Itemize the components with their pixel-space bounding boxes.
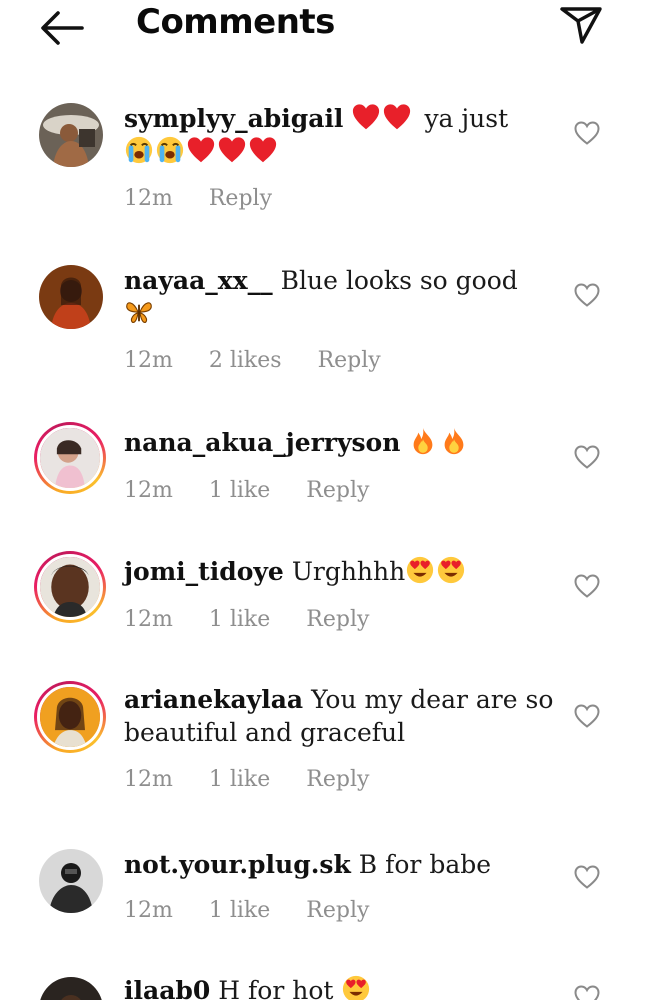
page-title: Comments <box>136 2 335 42</box>
red-heart-icon <box>217 135 247 165</box>
crying-face-icon <box>124 135 154 165</box>
fire-icon <box>408 426 438 456</box>
avatar[interactable] <box>38 976 104 1000</box>
comment-likes[interactable]: 1 like <box>209 478 270 503</box>
comment-text: ilaab0 H for hot <box>124 974 554 1000</box>
comment-item: symplyy_abigail ya just 12m Reply <box>0 96 648 226</box>
avatar-photo <box>39 103 103 167</box>
heart-eyes-icon <box>341 974 371 1000</box>
avatar-story-ring[interactable] <box>34 681 106 753</box>
comment-meta: 12m 1 like Reply <box>124 898 405 923</box>
share-button[interactable] <box>558 4 604 46</box>
comment-text: jomi_tidoye Urghhhh <box>124 555 554 588</box>
comment-item: arianekaylaa You my dear are so beautiful… <box>0 681 648 801</box>
heart-eyes-icon <box>405 555 435 585</box>
comment-username[interactable]: not.your.plug.sk <box>124 850 351 879</box>
reply-button[interactable]: Reply <box>318 348 381 373</box>
back-button[interactable] <box>38 8 86 48</box>
comment-text: nana_akua_jerryson <box>124 426 554 459</box>
comment-likes[interactable]: 1 like <box>209 898 270 923</box>
comment-time: 12m <box>124 348 173 373</box>
comment-body: Blue looks so good <box>280 266 518 295</box>
comment-time: 12m <box>124 898 173 923</box>
comment-item: nayaa_xx__ Blue looks so good 12m 2 likes… <box>0 262 648 382</box>
avatar-photo <box>39 977 103 1000</box>
reply-button[interactable]: Reply <box>306 478 369 503</box>
comment-time: 12m <box>124 607 173 632</box>
comment-body: ya just <box>424 104 509 133</box>
avatar-photo <box>39 265 103 329</box>
avatar[interactable] <box>38 848 104 914</box>
comment-text: not.your.plug.sk B for babe <box>124 848 554 881</box>
comment-likes[interactable]: 1 like <box>209 767 270 792</box>
comment-item: jomi_tidoye Urghhhh 12m 1 like Reply <box>0 551 648 651</box>
like-heart-icon[interactable] <box>573 864 601 890</box>
butterfly-icon <box>124 297 154 327</box>
red-heart-icon <box>248 135 278 165</box>
reply-button[interactable]: Reply <box>306 898 369 923</box>
avatar-photo <box>40 428 100 488</box>
comment-likes[interactable]: 2 likes <box>209 348 282 373</box>
comment-time: 12m <box>124 478 173 503</box>
heart-eyes-icon <box>436 555 466 585</box>
comment-username[interactable]: jomi_tidoye <box>124 557 284 586</box>
arrow-left-icon <box>41 11 84 45</box>
comment-item: not.your.plug.sk B for babe 12m 1 like Re… <box>0 846 648 946</box>
like-heart-icon[interactable] <box>573 573 601 599</box>
comment-username[interactable]: ilaab0 <box>124 976 210 1000</box>
comment-meta: 12m Reply <box>124 186 308 211</box>
crying-face-icon <box>155 135 185 165</box>
red-heart-icon <box>382 102 412 132</box>
comment-text: arianekaylaa You my dear are so beautiful… <box>124 683 554 749</box>
comment-username[interactable]: nana_akua_jerryson <box>124 428 400 457</box>
avatar-photo <box>40 557 100 617</box>
avatar[interactable] <box>38 102 104 168</box>
comment-time: 12m <box>124 186 173 211</box>
comment-meta: 12m 1 like Reply <box>124 607 405 632</box>
avatar-photo <box>40 687 100 747</box>
comment-username[interactable]: arianekaylaa <box>124 685 303 714</box>
header-bar: Comments <box>0 0 648 56</box>
like-heart-icon[interactable] <box>573 120 601 146</box>
like-heart-icon[interactable] <box>573 444 601 470</box>
like-heart-icon[interactable] <box>573 282 601 308</box>
avatar[interactable] <box>38 264 104 330</box>
comment-meta: 12m 1 like Reply <box>124 767 405 792</box>
avatar-photo <box>39 849 103 913</box>
comment-item: ilaab0 H for hot <box>0 974 648 1000</box>
comment-text: symplyy_abigail ya just <box>124 102 554 168</box>
comment-body: Urghhhh <box>291 557 406 586</box>
paper-plane-icon <box>560 7 602 44</box>
avatar-story-ring[interactable] <box>34 422 106 494</box>
reply-button[interactable]: Reply <box>306 607 369 632</box>
comment-meta: 12m 2 likes Reply <box>124 348 417 373</box>
red-heart-icon <box>351 102 381 132</box>
comment-likes[interactable]: 1 like <box>209 607 270 632</box>
like-heart-icon[interactable] <box>573 984 601 1000</box>
red-heart-icon <box>186 135 216 165</box>
comment-body: H for hot <box>218 976 334 1000</box>
like-heart-icon[interactable] <box>573 703 601 729</box>
avatar-story-ring[interactable] <box>34 551 106 623</box>
fire-icon <box>439 426 469 456</box>
comment-text: nayaa_xx__ Blue looks so good <box>124 264 554 330</box>
reply-button[interactable]: Reply <box>306 767 369 792</box>
comment-username[interactable]: nayaa_xx__ <box>124 266 273 295</box>
comment-body: B for babe <box>358 850 492 879</box>
comment-time: 12m <box>124 767 173 792</box>
comment-username[interactable]: symplyy_abigail <box>124 104 343 133</box>
comment-item: nana_akua_jerryson 12m 1 like Reply <box>0 422 648 522</box>
reply-button[interactable]: Reply <box>209 186 272 211</box>
comment-meta: 12m 1 like Reply <box>124 478 405 503</box>
